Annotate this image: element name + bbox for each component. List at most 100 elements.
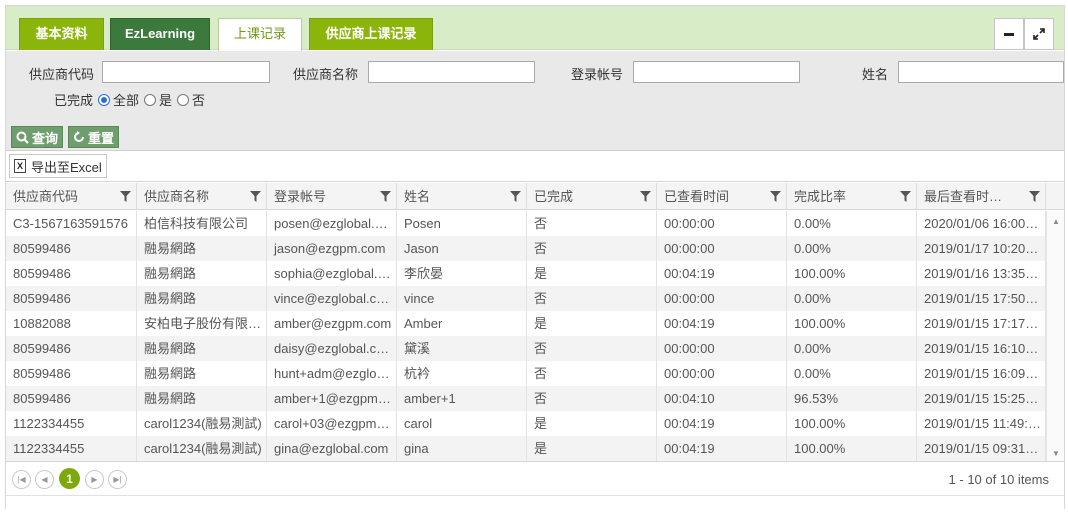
filter-funnel-icon[interactable] [380, 191, 391, 202]
table-row[interactable]: 1122334455 carol1234(融易測試) carol+03@ezgpm.… [6, 411, 1046, 436]
cell-viewed-time: 00:00:00 [657, 286, 787, 311]
table-row[interactable]: 80599486 融易網路 sophia@ezglobal.com 李欣晏是 00:04… [6, 261, 1046, 286]
table-row[interactable]: 80599486融易網路hunt+adm@ezglobal.com杭衿否00:0… [6, 361, 1046, 386]
radio-all-label: 全部 [113, 93, 140, 108]
tab-class-records[interactable]: 上课记录 [218, 18, 302, 51]
refresh-icon [74, 131, 84, 142]
cell-last-viewed: 2019/01/17 10:20:00 [917, 236, 1046, 261]
maximize-button[interactable] [1024, 18, 1054, 50]
scroll-up-icon[interactable]: ▲ [1052, 217, 1060, 226]
column-header-label: 完成比率 [794, 189, 847, 204]
radio-yes[interactable] [144, 93, 157, 106]
column-header-supplier-code[interactable]: 供应商代码 [6, 183, 137, 210]
table-row[interactable]: 80599486 融易網路 amber+1@ezgpm.com amber+1 否 00:… [6, 386, 1046, 411]
excel-icon: X [14, 159, 26, 173]
cell-last-viewed: 2019/01/15 17:17:00 [917, 311, 1046, 336]
next-page-button[interactable]: ▶ [85, 470, 104, 489]
tab-label: 供应商上课记录 [325, 26, 417, 41]
filter-funnel-icon[interactable] [770, 191, 781, 202]
column-header-last-viewed[interactable]: 最后查看时… [917, 183, 1046, 210]
expand-icon [1033, 28, 1045, 40]
pager-info: 1 - 10 of 10 items [948, 472, 1049, 487]
name-input[interactable] [898, 61, 1064, 83]
column-header-completion-rate[interactable]: 完成比率 [787, 183, 917, 210]
table-row[interactable]: 80599486 融易網路 daisy@ezglobal.com 黛溪否 00:00:0… [6, 336, 1046, 361]
scroll-down-icon[interactable]: ▼ [1052, 449, 1060, 458]
cell-supplier-code: 10882088 [6, 311, 137, 336]
supplier-name-input[interactable] [368, 61, 535, 83]
filter-funnel-icon[interactable] [640, 191, 651, 202]
grid-header: 供应商代码 供应商名称 登录帐号 姓名 已完成 已查看时间 完成比率 最后查看时… [6, 183, 1064, 210]
cell-last-viewed: 2019/01/15 15:25:00 [917, 386, 1046, 411]
radio-no-label: 否 [192, 93, 206, 108]
last-page-button[interactable]: ▶| [108, 470, 127, 489]
cell-supplier-code: 80599486 [6, 361, 137, 386]
cell-supplier-code: 80599486 [6, 236, 137, 261]
cell-completion-rate: 96.53% [787, 386, 917, 411]
cell-supplier-name: carol1234(融易測試) [137, 411, 267, 436]
filter-funnel-icon[interactable] [510, 191, 521, 202]
column-header-label: 登录帐号 [274, 189, 327, 204]
cell-completion-rate: 100.00% [787, 261, 917, 286]
cell-login-account: amber+1@ezgpm.com [267, 386, 397, 411]
radio-all[interactable] [98, 93, 111, 106]
supplier-name-label: 供应商名称 [293, 67, 359, 82]
filter-funnel-icon[interactable] [120, 191, 131, 202]
tab-ezlearning[interactable]: EzLearning [110, 18, 210, 50]
reset-button[interactable]: 重置 [68, 126, 120, 148]
column-header-viewed-time[interactable]: 已查看时间 [657, 183, 787, 210]
cell-supplier-name: 柏信科技有限公司 [137, 211, 267, 236]
table-row[interactable]: 1122334455 carol1234(融易測試) gina@ezglobal.c… [6, 436, 1046, 461]
column-header-supplier-name[interactable]: 供应商名称 [137, 183, 267, 210]
supplier-code-label: 供应商代码 [29, 67, 95, 82]
cell-supplier-name: 融易網路 [137, 286, 267, 311]
radio-no[interactable] [177, 93, 190, 106]
table-row[interactable]: 80599486 融易網路 vince@ezglobal.com vince 否 00:0… [6, 286, 1046, 311]
cell-completed: 是 [527, 436, 657, 461]
tab-basic-info[interactable]: 基本资料 [19, 18, 104, 50]
vertical-scrollbar[interactable]: ▲ ▼ [1046, 211, 1064, 461]
cell-completion-rate: 100.00% [787, 411, 917, 436]
supplier-code-input[interactable] [102, 61, 270, 83]
cell-supplier-code: 1122334455 [6, 411, 137, 436]
next-page-icon: ▶ [91, 475, 98, 484]
cell-supplier-name: 融易網路 [137, 336, 267, 361]
cell-last-viewed: 2019/01/15 17:50:00 [917, 286, 1046, 311]
table-row[interactable]: 10882088 安柏电子股份有限公司 amber@ezgpm.com Amber 是 0… [6, 311, 1046, 336]
tab-label: 上课记录 [233, 26, 286, 41]
tab-label: EzLearning [124, 26, 196, 41]
table-row[interactable]: C3-1567163591576 柏信科技有限公司 posen@ezglobal.c… [6, 211, 1046, 236]
column-header-name[interactable]: 姓名 [397, 183, 527, 210]
query-button[interactable]: 查询 [11, 126, 64, 148]
cell-name: carol [397, 411, 527, 436]
export-excel-button[interactable]: X 导出至Excel [9, 154, 107, 178]
cell-completed: 是 [527, 261, 657, 286]
cell-completed: 否 [527, 286, 657, 311]
tab-bar: 基本资料 EzLearning 上课记录 供应商上课记录 [6, 6, 1064, 51]
name-label: 姓名 [862, 67, 889, 82]
first-page-button[interactable]: |◀ [12, 470, 31, 489]
prev-page-button[interactable]: ◀ [35, 470, 54, 489]
cell-supplier-code: 80599486 [6, 386, 137, 411]
minimize-button[interactable] [994, 18, 1024, 50]
filter-funnel-icon[interactable] [250, 191, 261, 202]
login-account-label: 登录帐号 [571, 67, 624, 82]
filter-funnel-icon[interactable] [1029, 191, 1040, 202]
column-header-login-account[interactable]: 登录帐号 [267, 183, 397, 210]
cell-supplier-name: 融易網路 [137, 386, 267, 411]
column-header-completed[interactable]: 已完成 [527, 183, 657, 210]
column-header-label: 姓名 [404, 189, 431, 204]
page-number-current[interactable]: 1 [59, 468, 80, 489]
cell-last-viewed: 2019/01/15 16:09:00 [917, 361, 1046, 386]
cell-name: vince [397, 286, 527, 311]
cell-viewed-time: 00:04:19 [657, 411, 787, 436]
login-account-input[interactable] [633, 61, 800, 83]
cell-supplier-name: 融易網路 [137, 261, 267, 286]
cell-supplier-code: C3-1567163591576 [6, 211, 137, 236]
panel-footer [6, 495, 1064, 509]
cell-login-account: daisy@ezglobal.com [267, 336, 397, 361]
table-row[interactable]: 80599486 融易網路 jason@ezgpm.com Jason 否 00:00:0… [6, 236, 1046, 261]
last-page-icon: ▶| [113, 475, 122, 484]
filter-funnel-icon[interactable] [900, 191, 911, 202]
tab-supplier-class-records[interactable]: 供应商上课记录 [309, 18, 433, 50]
